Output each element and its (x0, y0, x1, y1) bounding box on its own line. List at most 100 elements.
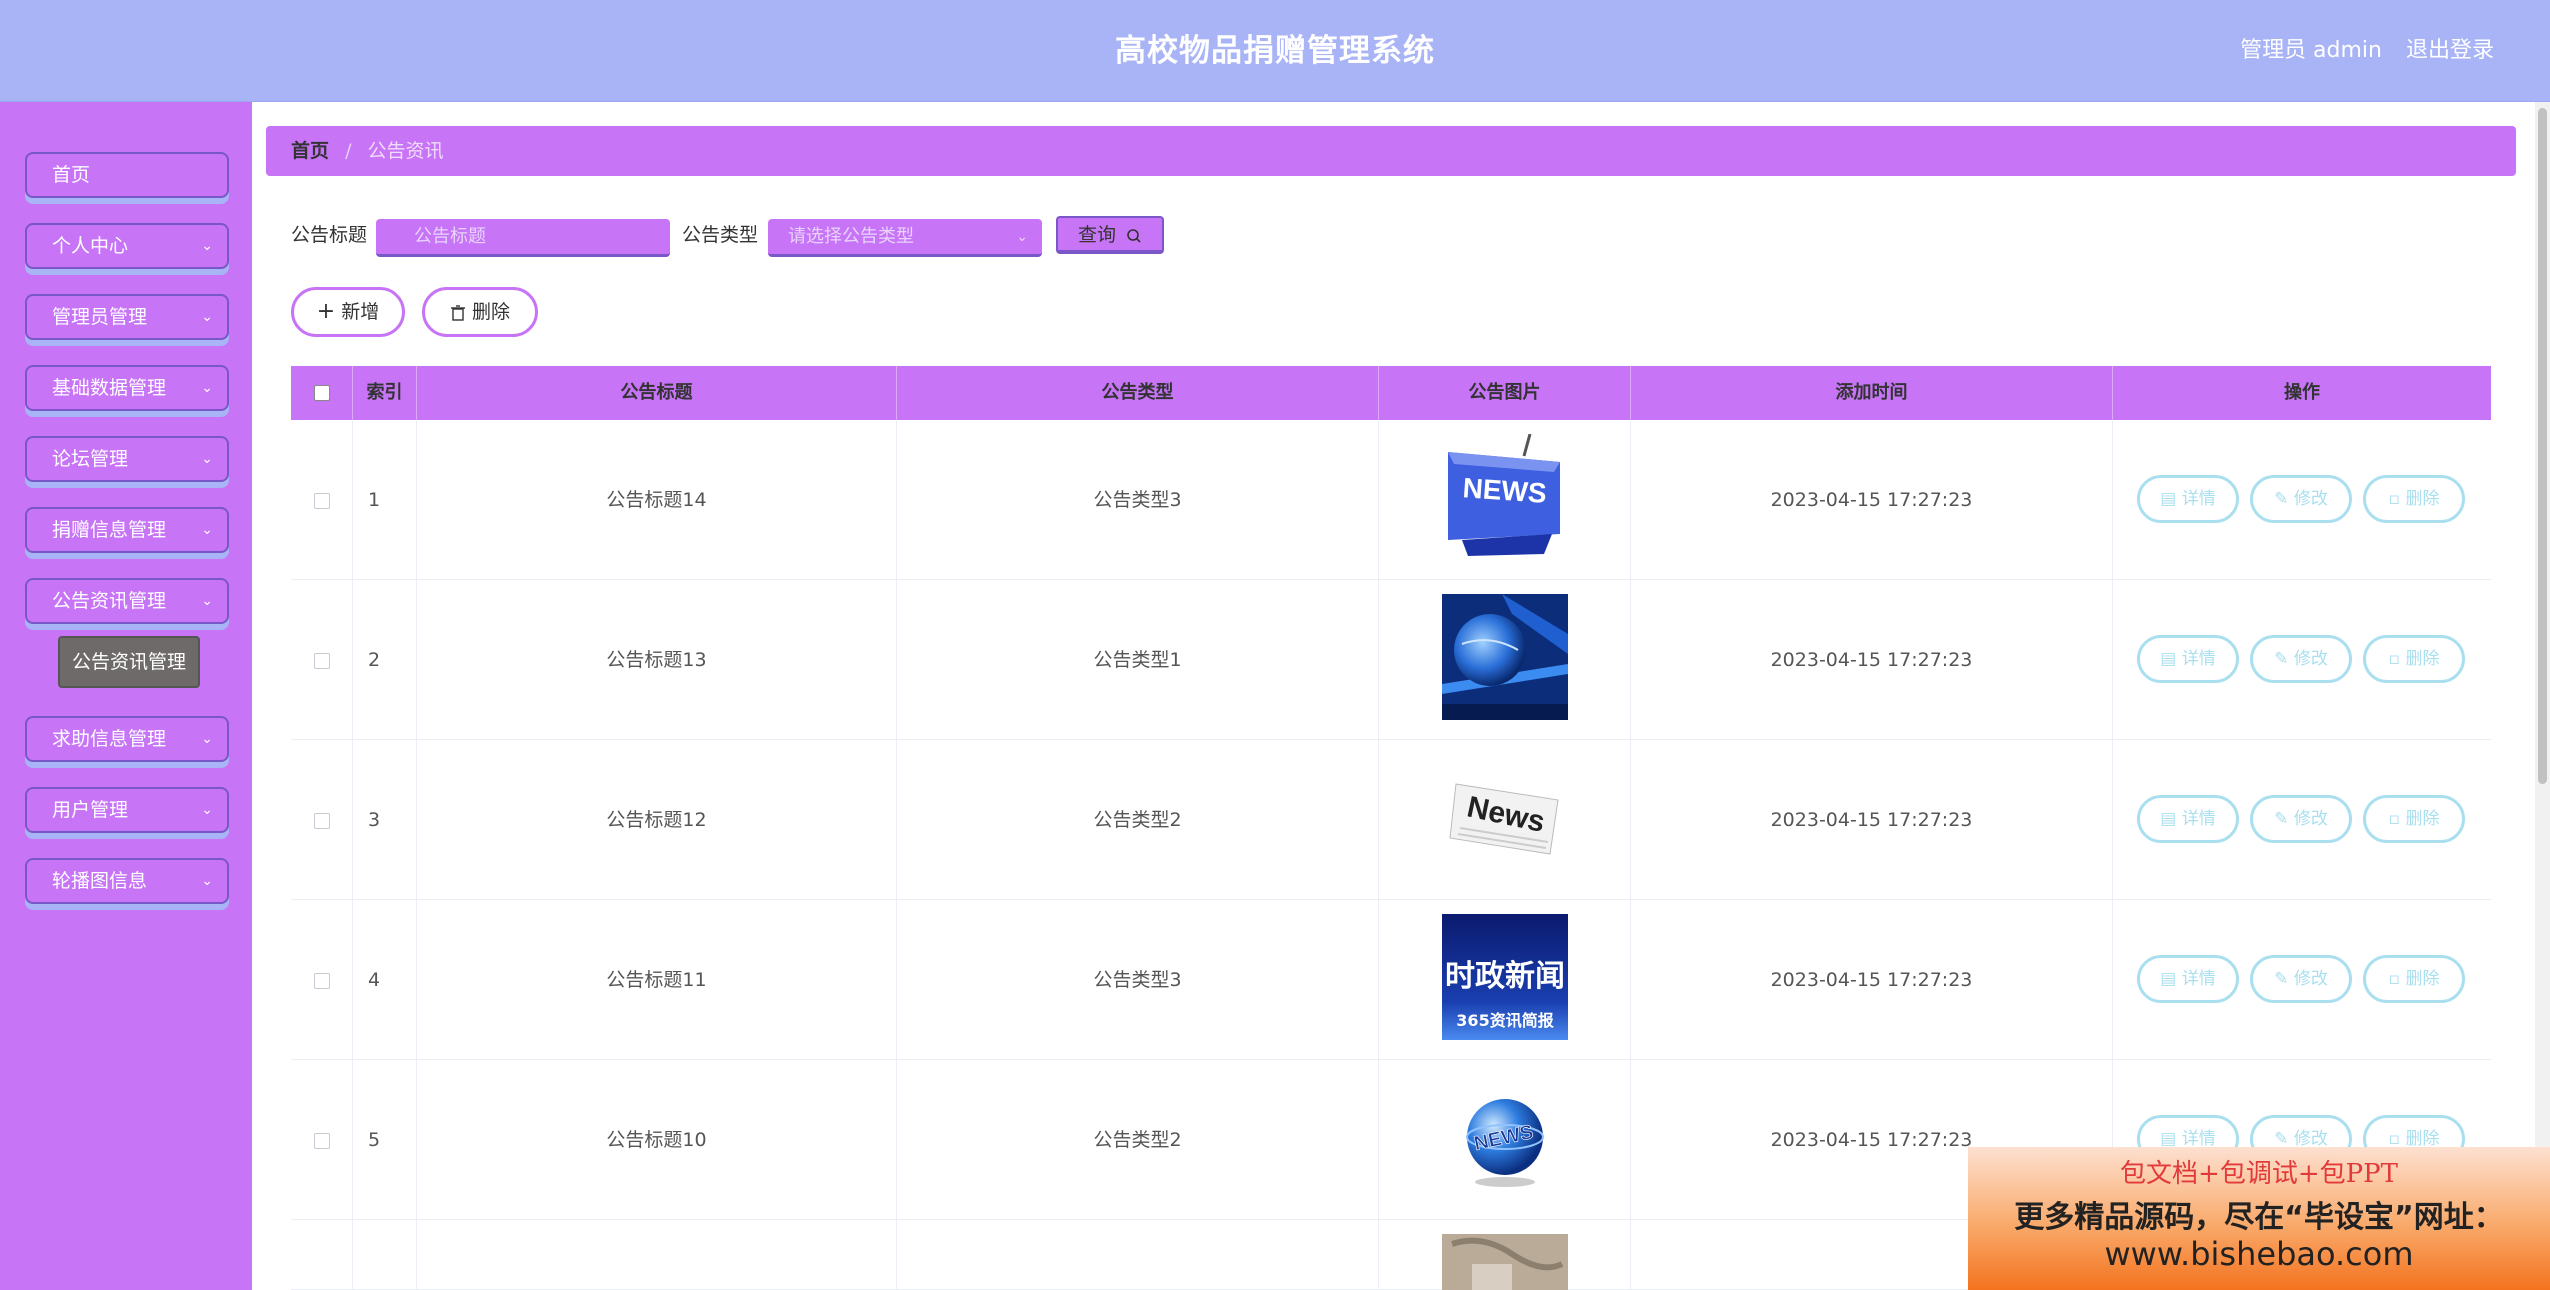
news-globe-image: NEWS (1442, 1074, 1568, 1200)
breadcrumb-current: 公告资讯 (367, 140, 444, 162)
sidebar-item-personal-center[interactable]: 个人中心 ⌄ (25, 223, 229, 269)
row-time: 2023-04-15 17:27:23 (1631, 580, 2113, 740)
logout-link[interactable]: 退出登录 (2406, 0, 2494, 102)
column-header-time: 添加时间 (1631, 366, 2113, 420)
row-title: 公告标题14 (417, 420, 897, 580)
file-icon: ▤ (2160, 809, 2177, 829)
row-select-cell (291, 900, 353, 1060)
sidebar-item-label: 基础数据管理 (52, 377, 167, 399)
row-index: 2 (353, 580, 417, 740)
detail-button[interactable]: ▤ 详情 (2137, 955, 2239, 1003)
sidebar-item-announcements[interactable]: 公告资讯管理 ⌄ (25, 578, 229, 624)
edit-button[interactable]: ✎ 修改 (2250, 955, 2352, 1003)
detail-button[interactable]: ▤ 详情 (2137, 635, 2239, 683)
row-delete-label: 删除 (2405, 649, 2440, 669)
row-image-cell: News (1379, 740, 1631, 900)
edit-label: 修改 (2293, 809, 2328, 829)
sidebar-item-carousel[interactable]: 轮播图信息 ⌄ (25, 858, 229, 904)
edit-label: 修改 (2293, 1129, 2328, 1149)
row-checkbox[interactable] (313, 812, 330, 829)
type-select[interactable]: 请选择公告类型 ⌄ (768, 219, 1042, 257)
row-delete-button[interactable]: ▫ 删除 (2363, 795, 2465, 843)
row-delete-label: 删除 (2405, 489, 2440, 509)
pencil-icon: ✎ (2274, 489, 2289, 509)
breadcrumb-home[interactable]: 首页 (291, 140, 329, 162)
trash-icon: ▫ (2388, 489, 2401, 509)
edit-button[interactable]: ✎ 修改 (2250, 635, 2352, 683)
sidebar-item-help-requests[interactable]: 求助信息管理 ⌄ (25, 716, 229, 762)
row-checkbox[interactable] (313, 1132, 330, 1149)
row-image-cell (1379, 1220, 1631, 1290)
top-header: 高校物品捐赠管理系统 管理员 admin 退出登录 (0, 0, 2550, 102)
row-image-cell: NEWS (1379, 420, 1631, 580)
detail-button[interactable]: ▤ 详情 (2137, 475, 2239, 523)
app-title: 高校物品捐赠管理系统 (1115, 33, 1435, 69)
row-checkbox[interactable] (313, 972, 330, 989)
chevron-down-icon: ⌄ (201, 309, 213, 325)
chevron-down-icon: ⌄ (201, 238, 213, 254)
column-header-title: 公告标题 (417, 366, 897, 420)
row-delete-button[interactable]: ▫ 删除 (2363, 475, 2465, 523)
sidebar-item-base-data[interactable]: 基础数据管理 ⌄ (25, 365, 229, 411)
scrollbar-thumb[interactable] (2538, 108, 2547, 784)
current-user: 管理员 admin (2240, 38, 2382, 63)
batch-delete-button[interactable]: 删除 (422, 287, 538, 337)
column-header-index: 索引 (353, 366, 417, 420)
select-all-checkbox[interactable] (313, 385, 330, 401)
partial-image (1442, 1234, 1568, 1290)
sidebar-item-label: 论坛管理 (52, 448, 129, 470)
title-search-input[interactable] (376, 219, 670, 257)
sidebar-item-forum[interactable]: 论坛管理 ⌄ (25, 436, 229, 482)
promo-line-3: www.bishebao.com (2104, 1235, 2414, 1273)
row-checkbox[interactable] (313, 492, 330, 509)
file-icon: ▤ (2160, 1129, 2177, 1149)
row-type: 公告类型3 (897, 900, 1379, 1060)
sidebar-item-label: 求助信息管理 (52, 728, 167, 750)
row-title: 公告标题12 (417, 740, 897, 900)
trash-icon: ▫ (2388, 649, 2401, 669)
add-button-label: 新增 (341, 301, 380, 323)
promo-line-1: 包文档+包调试+包PPT (2120, 1159, 2398, 1189)
detail-button[interactable]: ▤ 详情 (2137, 795, 2239, 843)
sidebar-item-users[interactable]: 用户管理 ⌄ (25, 787, 229, 833)
row-checkbox[interactable] (313, 652, 330, 669)
row-type: 公告类型1 (897, 580, 1379, 740)
edit-button[interactable]: ✎ 修改 (2250, 795, 2352, 843)
sidebar-item-label: 轮播图信息 (52, 870, 148, 892)
sidebar-item-home[interactable]: 首页 (25, 152, 229, 198)
promo-line-2: 更多精品源码，尽在“毕设宝”网址： (2014, 1200, 2504, 1235)
chevron-up-icon: ⌄ (201, 593, 213, 609)
query-button[interactable]: 查询 (1056, 216, 1164, 254)
trash-icon: ▫ (2388, 809, 2401, 829)
sidebar: 首页 个人中心 ⌄ 管理员管理 ⌄ 基础数据管理 ⌄ 论坛管理 ⌄ 捐赠信息管理… (0, 102, 252, 1290)
row-delete-button[interactable]: ▫ 删除 (2363, 635, 2465, 683)
trash-icon: ▫ (2388, 1129, 2401, 1149)
sidebar-item-label: 管理员管理 (52, 306, 148, 328)
file-icon: ▤ (2160, 969, 2177, 989)
breadcrumb-separator: / (345, 140, 352, 162)
sidebar-item-label: 公告资讯管理 (52, 590, 167, 612)
row-type: 公告类型3 (897, 420, 1379, 580)
sidebar-item-label: 用户管理 (52, 799, 129, 821)
sidebar-item-admin-management[interactable]: 管理员管理 ⌄ (25, 294, 229, 340)
type-select-placeholder: 请选择公告类型 (788, 226, 914, 247)
row-select-cell (291, 1220, 353, 1290)
title-search-label: 公告标题 (291, 224, 368, 246)
row-image-cell: 时政新闻 365资讯简报 (1379, 900, 1631, 1060)
sidebar-item-label: 个人中心 (52, 235, 129, 257)
sidebar-item-label: 捐赠信息管理 (52, 519, 167, 541)
search-icon (1127, 228, 1141, 243)
row-delete-button[interactable]: ▫ 删除 (2363, 955, 2465, 1003)
edit-label: 修改 (2293, 969, 2328, 989)
edit-button[interactable]: ✎ 修改 (2250, 475, 2352, 523)
detail-label: 详情 (2181, 809, 2216, 829)
file-icon: ▤ (2160, 489, 2177, 509)
sidebar-item-donation[interactable]: 捐赠信息管理 ⌄ (25, 507, 229, 553)
submenu-item-announcements[interactable]: 公告资讯管理 (58, 636, 200, 688)
row-title: 公告标题10 (417, 1060, 897, 1220)
row-type: 公告类型2 (897, 740, 1379, 900)
vertical-scrollbar[interactable] (2535, 102, 2550, 1290)
chevron-down-icon: ⌄ (201, 451, 213, 467)
add-button[interactable]: + 新增 (291, 287, 405, 337)
sidebar-item-label: 首页 (52, 164, 91, 186)
